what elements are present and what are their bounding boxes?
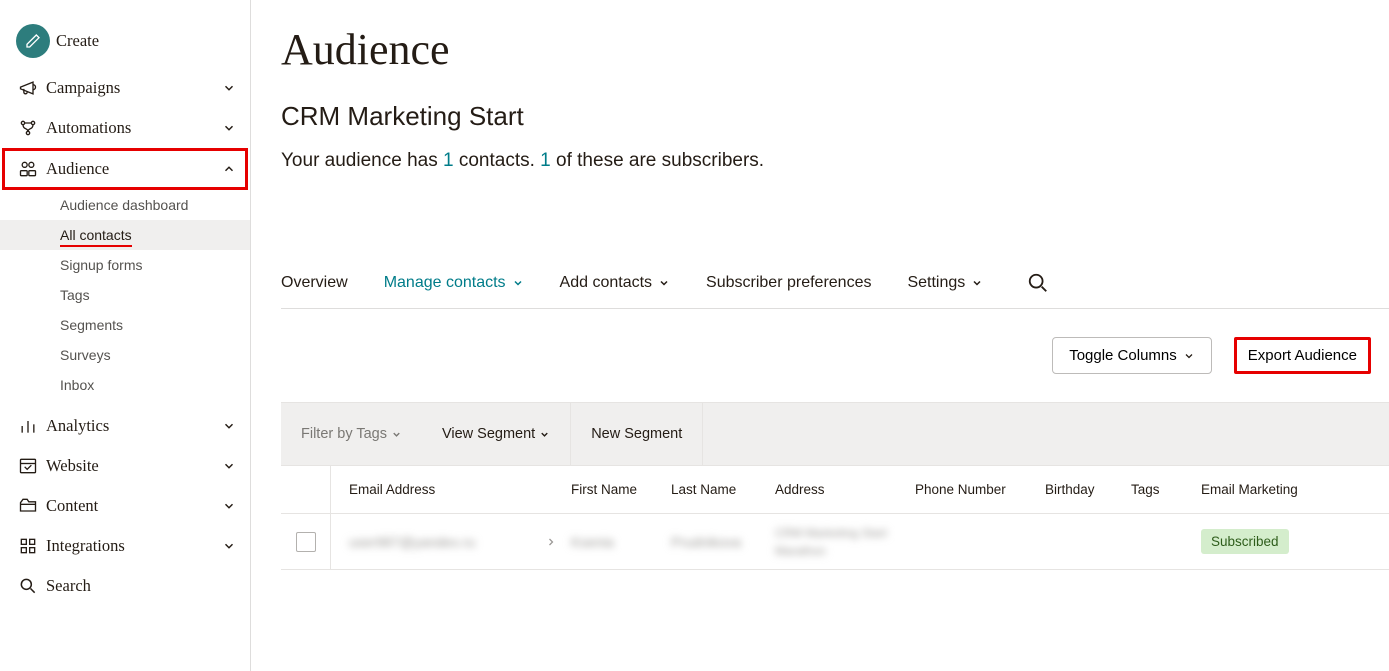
tab-settings[interactable]: Settings [907,274,983,306]
chevron-down-icon [539,429,550,440]
chevron-down-icon [222,459,236,473]
audience-stats: Your audience has 1 contacts. 1 of these… [281,150,1389,172]
cell-last-name: Prudnikova [671,534,741,550]
sidebar-item-label: Content [46,496,222,516]
chevron-down-icon [391,429,402,440]
audience-submenu: Audience dashboard All contacts Signup f… [0,190,250,406]
sidebar-subitem-inbox[interactable]: Inbox [0,370,250,400]
new-segment-button[interactable]: New Segment [570,403,703,465]
chart-icon [18,416,46,436]
chevron-down-icon [222,419,236,433]
pencil-icon [16,24,50,58]
sidebar-item-analytics[interactable]: Analytics [0,406,250,446]
contacts-table: Email Address First Name Last Name Addre… [281,466,1389,570]
create-button[interactable]: Create [0,14,250,68]
status-badge: Subscribed [1201,529,1289,554]
sidebar-subitem-dashboard[interactable]: Audience dashboard [0,190,250,220]
sidebar-item-label: Website [46,456,222,476]
page-title: Audience [281,24,1389,75]
flow-icon [18,118,46,138]
sidebar: Create Campaigns Automations Audience Au… [0,0,251,671]
header-email[interactable]: Email Address [331,482,571,497]
cell-email: user987@yandex.ru [349,534,475,550]
sidebar-subitem-tags[interactable]: Tags [0,280,250,310]
grid-icon [18,536,46,556]
sidebar-item-label: Analytics [46,416,222,436]
chevron-down-icon [512,277,524,289]
sidebar-item-search[interactable]: Search [0,566,250,606]
chevron-down-icon [222,81,236,95]
sidebar-item-label: Campaigns [46,78,222,98]
sidebar-subitem-signup-forms[interactable]: Signup forms [0,250,250,280]
search-icon [1027,272,1049,294]
header-first-name[interactable]: First Name [571,482,671,497]
folder-icon [18,496,46,516]
header-last-name[interactable]: Last Name [671,482,775,497]
chevron-right-icon [545,536,557,548]
search-button[interactable] [1027,272,1049,308]
sidebar-item-website[interactable]: Website [0,446,250,486]
tab-manage-contacts[interactable]: Manage contacts [384,274,524,306]
sidebar-subitem-surveys[interactable]: Surveys [0,340,250,370]
sidebar-item-label: Integrations [46,536,222,556]
tab-bar: Overview Manage contacts Add contacts Su… [281,272,1389,309]
main-content: Audience CRM Marketing Start Your audien… [251,0,1389,671]
sidebar-item-audience[interactable]: Audience [2,148,248,190]
create-label: Create [56,31,236,51]
header-birthday[interactable]: Birthday [1045,482,1131,497]
header-email-marketing[interactable]: Email Marketing [1201,482,1389,497]
filter-bar: Filter by Tags View Segment New Segment [281,402,1389,466]
chevron-down-icon [222,499,236,513]
table-row[interactable]: user987@yandex.ru Ksenia Prudnikova CRM … [281,514,1389,570]
sidebar-subitem-segments[interactable]: Segments [0,310,250,340]
sidebar-item-content[interactable]: Content [0,486,250,526]
chevron-down-icon [1183,350,1195,362]
filter-by-tags[interactable]: Filter by Tags [281,403,422,465]
chevron-down-icon [971,277,983,289]
tab-add-contacts[interactable]: Add contacts [560,274,671,306]
chevron-down-icon [222,121,236,135]
toolbar: Toggle Columns Export Audience [281,309,1389,402]
sidebar-item-automations[interactable]: Automations [0,108,250,148]
cell-first-name: Ksenia [571,534,614,550]
chevron-down-icon [222,539,236,553]
search-icon [18,576,46,596]
export-audience-button[interactable]: Export Audience [1238,341,1367,370]
contacts-count: 1 [443,150,454,171]
chevron-down-icon [658,277,670,289]
sidebar-item-integrations[interactable]: Integrations [0,526,250,566]
megaphone-icon [18,78,46,98]
browser-icon [18,456,46,476]
table-header-row: Email Address First Name Last Name Addre… [281,466,1389,514]
tab-subscriber-preferences[interactable]: Subscriber preferences [706,274,871,306]
audience-icon [18,159,46,179]
audience-name: CRM Marketing Start [281,101,1389,132]
toggle-columns-button[interactable]: Toggle Columns [1052,337,1212,374]
export-highlight: Export Audience [1234,337,1371,374]
header-tags[interactable]: Tags [1131,482,1201,497]
row-checkbox[interactable] [296,532,316,552]
sidebar-item-label: Automations [46,118,222,138]
header-phone[interactable]: Phone Number [915,482,1045,497]
sidebar-item-label: Search [46,576,236,596]
subscribers-count: 1 [540,150,551,171]
cell-address: CRM Marketing Start Marathon [775,526,887,558]
sidebar-item-campaigns[interactable]: Campaigns [0,68,250,108]
sidebar-item-label: Audience [46,159,222,179]
chevron-up-icon [222,162,236,176]
view-segment[interactable]: View Segment [422,403,570,465]
tab-overview[interactable]: Overview [281,274,348,306]
header-address[interactable]: Address [775,482,915,497]
sidebar-subitem-all-contacts[interactable]: All contacts [0,220,250,250]
